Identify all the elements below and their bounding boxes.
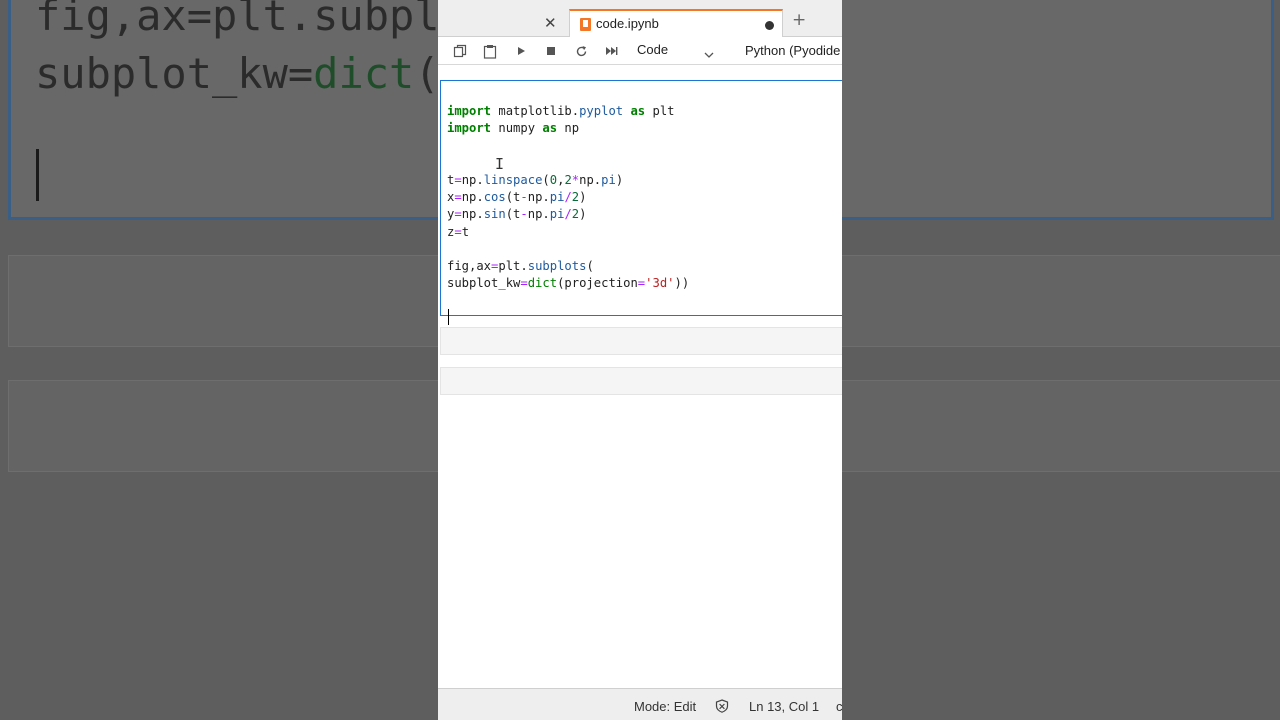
background-empty-cell [8, 380, 438, 472]
restart-icon [576, 45, 586, 56]
code-line: import numpy as np [447, 121, 580, 136]
add-tab-icon[interactable]: + [792, 12, 806, 29]
code-line: t=np.linspace(0,2*np.pi) [447, 172, 624, 187]
stop-button[interactable] [540, 41, 562, 61]
code-line: x=np.cos(t-np.pi/2) [447, 190, 587, 205]
chevron-down-icon[interactable] [704, 44, 714, 63]
background-cursor [36, 149, 39, 201]
play-icon [518, 47, 525, 55]
background-empty-cell [8, 255, 438, 347]
code-line: fig,ax=plt.subplots( [447, 258, 594, 273]
empty-code-cell[interactable] [440, 327, 842, 355]
empty-code-cell[interactable] [440, 367, 842, 395]
background-code-line: fig,ax=plt.subplo [35, 0, 438, 40]
paste-icon [483, 44, 497, 59]
code-line: y=np.sin(t-np.pi/2) [447, 207, 587, 222]
kernel-name[interactable]: Python (Pyodide [745, 43, 840, 58]
notebook-toolbar: Code Python (Pyodide [438, 37, 842, 65]
unsaved-dot-icon[interactable] [765, 21, 774, 30]
code-editor[interactable]: import matplotlib.pyplot as plt import nu… [447, 86, 689, 292]
background-cell: fig,ax=plt.subplo subplot_kw=dict(p [8, 0, 438, 220]
tab-title: code.ipynb [596, 16, 659, 31]
active-code-cell[interactable]: import matplotlib.pyplot as plt import nu… [440, 80, 842, 325]
status-bar: Mode: Edit Ln 13, Col 1 c [438, 688, 842, 720]
background-code-line: subplot_kw=dict(p [35, 49, 438, 98]
background-empty-cell [842, 255, 1280, 347]
tab-previous[interactable]: ✕ [438, 9, 568, 37]
status-mode[interactable]: Mode: Edit [634, 699, 696, 714]
background-zoom-right [842, 0, 1280, 720]
text-cursor [448, 309, 449, 325]
tab-bar: ✕ code.ipynb + [438, 0, 842, 38]
background-zoom-left: fig,ax=plt.subplo subplot_kw=dict(p [0, 0, 438, 720]
mouse-ibeam-icon: I [495, 155, 505, 173]
background-empty-cell [842, 380, 1280, 472]
code-line: z=t [447, 224, 470, 239]
cursor-position[interactable]: Ln 13, Col 1 [749, 699, 819, 714]
notebook-content: import matplotlib.pyplot as plt import nu… [438, 66, 842, 688]
close-icon[interactable]: ✕ [544, 15, 557, 31]
notebook-trust-icon[interactable] [715, 698, 729, 717]
code-line: import matplotlib.pyplot as plt [447, 104, 675, 119]
stop-icon [547, 47, 555, 55]
run-all-button[interactable] [600, 41, 622, 61]
notebook-window: ✕ code.ipynb + Code Python (Pyodide impo… [438, 0, 842, 720]
fast-forward-icon [605, 47, 617, 55]
run-button[interactable] [510, 41, 532, 61]
code-line: subplot_kw=dict(projection='3d')) [447, 276, 690, 291]
restart-button[interactable] [570, 41, 592, 61]
copy-button[interactable] [449, 41, 471, 61]
cell-type-select[interactable]: Code [637, 42, 668, 57]
notebook-icon [580, 18, 591, 31]
tab-code-ipynb[interactable]: code.ipynb [569, 9, 783, 38]
paste-button[interactable] [479, 41, 501, 61]
copy-icon [453, 44, 467, 58]
status-more: c [836, 699, 842, 714]
background-cell [842, 0, 1274, 220]
